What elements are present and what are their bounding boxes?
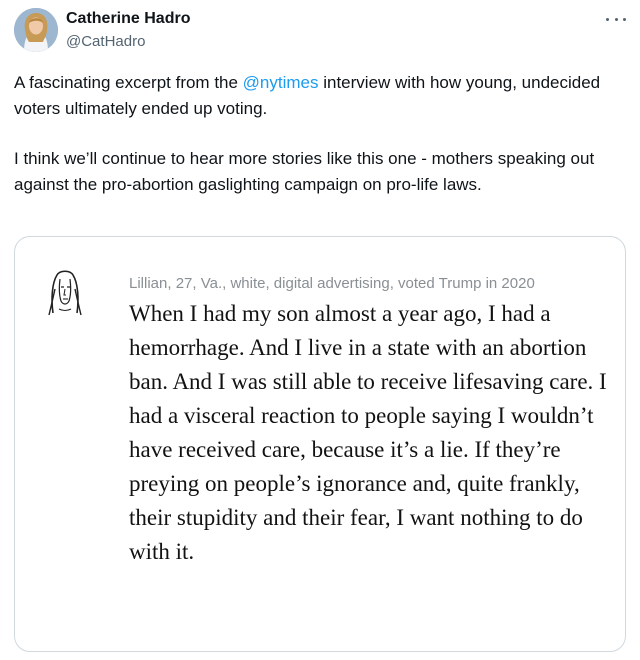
- tweet-paragraph-2: I think we’ll continue to hear more stor…: [14, 149, 595, 194]
- more-options-icon[interactable]: [606, 12, 626, 26]
- attached-image[interactable]: Lillian, 27, Va., white, digital adverti…: [14, 236, 626, 652]
- more-dot: [614, 17, 618, 21]
- more-dot: [606, 17, 609, 21]
- quote-text: When I had my son almost a year ago, I h…: [129, 301, 607, 564]
- tweet-text: A fascinating excerpt from the @nytimes …: [14, 70, 624, 198]
- quote-attribution: Lillian, 27, Va., white, digital adverti…: [129, 275, 535, 292]
- author-handle[interactable]: @CatHadro: [66, 33, 145, 50]
- tweet-text-before-mention: A fascinating excerpt from the: [14, 73, 243, 92]
- profile-photo-icon: [14, 8, 58, 52]
- sketch-portrait-icon: [48, 270, 82, 316]
- tweet-paragraph-1: A fascinating excerpt from the @nytimes …: [14, 70, 624, 122]
- author-name[interactable]: Catherine Hadro: [66, 10, 190, 28]
- tweet: Catherine Hadro @CatHadro A fascinating …: [0, 0, 640, 660]
- avatar[interactable]: [14, 8, 58, 52]
- more-dot: [623, 17, 626, 21]
- mention-link[interactable]: @nytimes: [243, 73, 319, 92]
